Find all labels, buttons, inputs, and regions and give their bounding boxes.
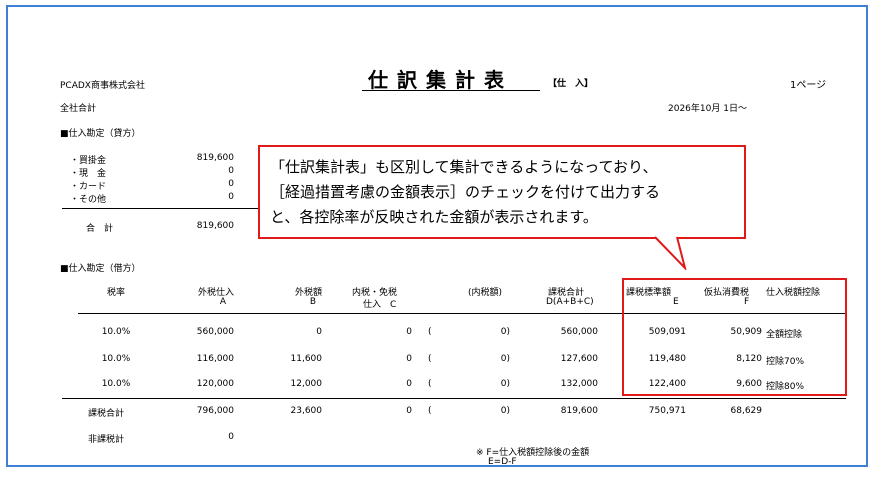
row1-d: 560,000 — [560, 327, 598, 337]
taxable-total-paren: ( — [428, 406, 432, 416]
row3-d: 132,000 — [560, 379, 598, 389]
row1-paren: ( — [428, 327, 432, 337]
credit-value-other: 0 — [228, 192, 234, 202]
col-c-code: 仕入 C — [363, 300, 397, 310]
highlight-box — [622, 278, 847, 396]
col-inner-tax: (内税額) — [468, 288, 503, 298]
credit-value-card: 0 — [228, 179, 234, 189]
credit-heading: ■仕入勘定（貸方） — [60, 129, 141, 139]
row1-a: 560,000 — [196, 327, 234, 337]
taxable-total-inner: 0) — [500, 406, 510, 416]
row2-a: 116,000 — [196, 354, 234, 364]
taxable-total-f: 68,629 — [730, 406, 763, 416]
col-d-code: D(A+B+C) — [546, 297, 594, 307]
taxable-total-b: 23,600 — [290, 406, 323, 416]
row3-inner: 0) — [500, 379, 510, 389]
row2-b: 11,600 — [290, 354, 323, 364]
scope-label: 全社合計 — [60, 104, 97, 114]
row3-paren: ( — [428, 379, 432, 389]
callout-line-2: ［経過措置考慮の金額表示］のチェックを付けて出力する — [270, 183, 661, 201]
credit-label-cash: ・現 金 — [70, 169, 107, 179]
nontaxable-value: 0 — [228, 432, 234, 442]
row2-inner: 0) — [500, 354, 510, 364]
taxable-total-d: 819,600 — [560, 406, 598, 416]
nontaxable-label: 非課税計 — [88, 435, 125, 445]
credit-value-cash: 0 — [228, 166, 234, 176]
row1-inner: 0) — [500, 327, 510, 337]
col-a-code: A — [219, 297, 226, 307]
note-formula-e: E=D-F — [488, 457, 517, 467]
company-name: PCADX商事株式会社 — [60, 81, 145, 91]
row1-b: 0 — [316, 327, 322, 337]
col-b-code: B — [309, 297, 316, 307]
taxable-total-a: 796,000 — [196, 406, 234, 416]
callout-pointer — [655, 236, 687, 270]
title-underline — [362, 90, 540, 91]
credit-label-kaikake: ・買掛金 — [70, 156, 107, 166]
credit-total-label: 合 計 — [86, 224, 114, 234]
period-date: 2026年10月 1日～ — [668, 104, 747, 114]
credit-label-other: ・その他 — [70, 195, 107, 205]
report-subtitle: 【仕 入】 — [548, 79, 594, 89]
credit-total-value: 819,600 — [196, 221, 234, 231]
total-rule — [62, 398, 846, 399]
row3-a: 120,000 — [196, 379, 234, 389]
row2-rate: 10.0% — [101, 354, 131, 364]
credit-label-card: ・カード — [70, 182, 107, 192]
row1-rate: 10.0% — [101, 327, 131, 337]
report-title: 仕訳集計表 — [368, 68, 513, 92]
callout-box: 「仕訳集計表」も区別して集計できるようになっており、 ［経過措置考慮の金額表示］… — [258, 145, 746, 239]
credit-value-kaikake: 819,600 — [196, 153, 234, 163]
taxable-total-label: 課税合計 — [88, 409, 125, 419]
row1-c: 0 — [406, 327, 412, 337]
row2-paren: ( — [428, 354, 432, 364]
taxable-total-c: 0 — [406, 406, 412, 416]
callout-line-1: 「仕訳集計表」も区別して集計できるようになっており、 — [270, 158, 658, 176]
row3-b: 12,000 — [290, 379, 323, 389]
row3-rate: 10.0% — [101, 379, 131, 389]
page-number: 1ページ — [790, 80, 827, 91]
row2-c: 0 — [406, 354, 412, 364]
row2-d: 127,600 — [560, 354, 598, 364]
col-rate: 税率 — [106, 288, 125, 298]
taxable-total-e: 750,971 — [648, 406, 686, 416]
row3-c: 0 — [406, 379, 412, 389]
credit-total-rule — [62, 208, 262, 209]
callout-line-3: と、各控除率が反映された金額が表示されます。 — [270, 208, 598, 226]
debit-heading: ■仕入勘定（借方） — [60, 264, 141, 274]
